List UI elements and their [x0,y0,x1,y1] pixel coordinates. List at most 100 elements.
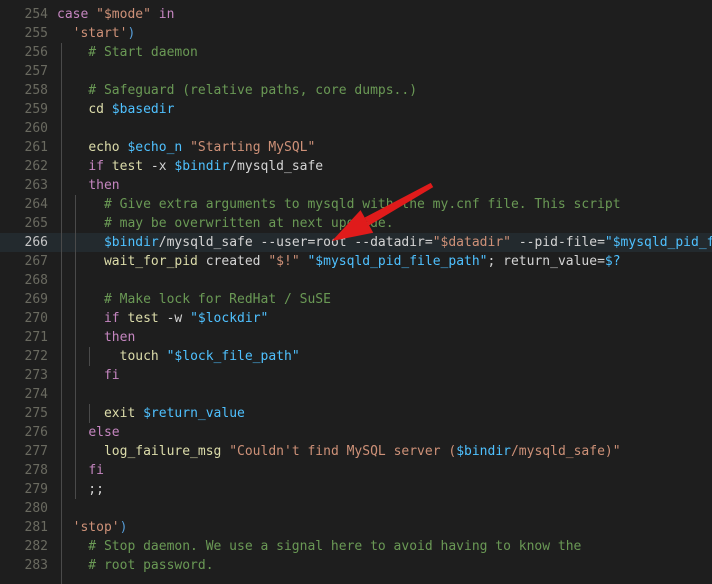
line-number: 278 [24,463,48,478]
code-token: "$datadir" [432,235,511,250]
code-line[interactable]: 261 echo $echo_n "Starting MySQL" [0,138,712,157]
line-text: cd $basedir [57,100,174,119]
code-token: --pid-file= [518,235,605,250]
line-text: ;; [57,480,104,499]
code-line[interactable]: 265 # may be overwritten at next upgrade… [0,214,712,233]
code-line[interactable]: 277 log_failure_msg "Couldn't find MySQL… [0,442,712,461]
code-token: log_failure_msg [103,444,222,459]
code-token: else [88,425,120,440]
code-line[interactable]: 274 [0,385,712,404]
line-number [0,575,48,584]
code-token: ; return_value= [487,254,605,269]
line-text: case "$mode" in [57,5,174,24]
indent-guide [75,271,76,290]
line-text: # root password. [57,556,214,575]
indent-guide [61,575,62,584]
indent-guide [61,271,62,290]
code-line[interactable]: 271 then [0,328,712,347]
line-number: 266 [24,235,48,250]
code-token: "Couldn't find MySQL server ( [229,444,457,459]
code-line[interactable]: 263 then [0,176,712,195]
line-number: 267 [24,254,48,269]
line-number: 283 [24,558,48,573]
line-background [0,480,712,499]
code-line[interactable]: 268 [0,271,712,290]
line-text: # Make lock for RedHat / SuSE [57,290,331,309]
code-line[interactable]: 260 [0,119,712,138]
code-line[interactable]: 279 ;; [0,480,712,499]
line-text: then [57,328,135,347]
code-line[interactable]: 276 else [0,423,712,442]
code-line[interactable]: 272 touch "$lock_file_path" [0,347,712,366]
code-line[interactable]: 257 [0,62,712,81]
code-line[interactable]: 269 # Make lock for RedHat / SuSE [0,290,712,309]
code-line[interactable]: 270 if test -w "$lockdir" [0,309,712,328]
code-token: # Give extra arguments to mysqld with th… [57,197,621,212]
code-line[interactable]: 278 fi [0,461,712,480]
line-text: log_failure_msg "Couldn't find MySQL ser… [57,442,621,461]
code-token: if [103,311,120,326]
code-line[interactable]: 259 cd $basedir [0,100,712,119]
code-line[interactable]: 266 $bindir/mysqld_safe --user=root --da… [0,233,712,252]
line-number: 263 [24,178,48,193]
code-line[interactable]: 262 if test -x $bindir/mysqld_safe [0,157,712,176]
line-number: 277 [24,444,48,459]
code-token: test [127,311,159,326]
line-number: 259 [24,102,48,117]
code-token: "$lockdir" [190,311,269,326]
code-surface[interactable]: 254 case "$mode" in 255 'start') 256 # Star… [0,0,712,584]
indent-guide [61,499,62,518]
code-token: $basedir [111,102,175,117]
line-number: 264 [24,197,48,212]
line-text: # Stop daemon. We use a signal here to a… [57,537,581,556]
code-line[interactable]: 273 fi [0,366,712,385]
code-token: # root password. [57,558,214,573]
line-number: 254 [24,7,48,22]
line-number: 258 [24,83,48,98]
line-text: # Start daemon [57,43,198,62]
code-token: fi [88,463,104,478]
code-token: --user=root --datadir= [260,235,433,250]
code-line[interactable]: 281 'stop') [0,518,712,537]
line-background [0,385,712,404]
code-line[interactable]: 256 # Start daemon [0,43,712,62]
code-line[interactable]: 282 # Stop daemon. We use a signal here … [0,537,712,556]
indent-guide [61,385,62,404]
code-line[interactable]: 254 case "$mode" in [0,5,712,24]
code-token: $bindir [103,235,159,250]
code-token: -w [158,311,191,326]
code-token: 'stop' [72,520,120,535]
code-token: then [88,178,120,193]
line-background [0,499,712,518]
code-line[interactable]: 255 'start') [0,24,712,43]
code-line[interactable]: 280 [0,499,712,518]
line-number: 260 [24,121,48,136]
code-token: ;; [57,482,104,497]
code-line[interactable]: 283 # root password. [0,556,712,575]
code-line[interactable]: 258 # Safeguard (relative paths, core du… [0,81,712,100]
code-token: test [111,159,144,174]
line-number: 257 [24,64,48,79]
code-line[interactable] [0,575,712,584]
code-line[interactable]: 264 # Give extra arguments to mysqld wit… [0,195,712,214]
code-line[interactable]: 275 exit $return_value [0,404,712,423]
line-number: 269 [24,292,48,307]
indent-guide [61,119,62,138]
code-editor[interactable]: 254 case "$mode" in 255 'start') 256 # Star… [0,0,712,584]
code-line[interactable]: 267 wait_for_pid created "$!" "$mysqld_p… [0,252,712,271]
code-token: created [197,254,269,269]
